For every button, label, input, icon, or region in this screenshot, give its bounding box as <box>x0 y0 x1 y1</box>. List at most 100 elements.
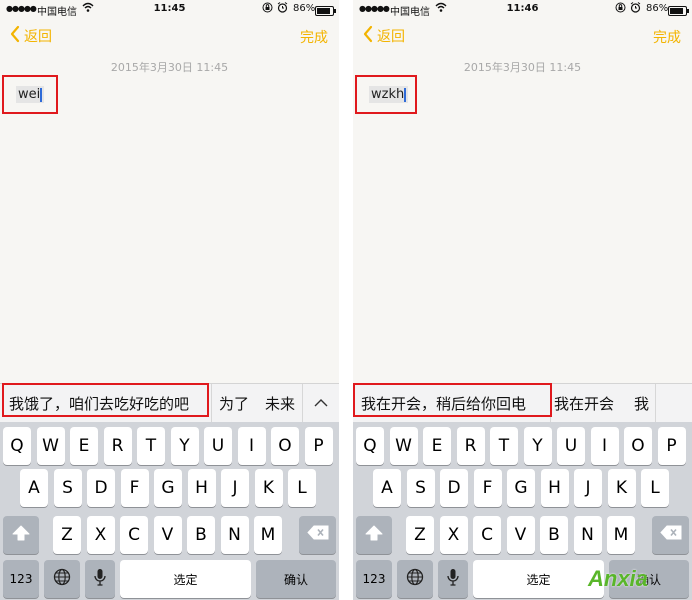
key-w[interactable]: W <box>36 427 65 465</box>
key-o[interactable]: O <box>624 427 652 465</box>
key-f[interactable]: F <box>473 469 502 507</box>
candidate-item[interactable]: 我在开会 <box>554 393 614 414</box>
key-v[interactable]: V <box>153 516 182 554</box>
key-n[interactable]: N <box>573 516 602 554</box>
key-z[interactable]: Z <box>53 516 81 554</box>
key-y[interactable]: Y <box>523 427 552 465</box>
phone-screen-left: ●●●●● 中国电信 11:45 86% 返回 完成 2015年3月30日 11… <box>0 0 339 600</box>
key-b[interactable]: B <box>187 516 215 554</box>
delete-key[interactable] <box>299 516 336 554</box>
key-m[interactable]: M <box>254 516 282 554</box>
key-m[interactable]: M <box>607 516 635 554</box>
key-t[interactable]: T <box>137 427 165 465</box>
key-p[interactable]: P <box>304 427 333 465</box>
highlight-box <box>353 383 552 417</box>
key-c[interactable]: C <box>473 516 501 554</box>
key-l[interactable]: L <box>641 469 669 507</box>
back-button[interactable]: 返回 <box>363 25 405 46</box>
back-label: 返回 <box>377 28 405 45</box>
key-s[interactable]: S <box>406 469 435 507</box>
key-k[interactable]: K <box>254 469 283 507</box>
globe-icon <box>53 568 71 591</box>
key-f[interactable]: F <box>120 469 149 507</box>
candidate-divider <box>655 384 656 422</box>
key-c[interactable]: C <box>120 516 148 554</box>
back-button[interactable]: 返回 <box>10 25 52 46</box>
key-z[interactable]: Z <box>406 516 434 554</box>
candidate-item[interactable]: 未来 <box>265 393 295 414</box>
battery-icon <box>668 6 689 16</box>
key-q[interactable]: Q <box>356 427 384 465</box>
key-h[interactable]: H <box>187 469 216 507</box>
key-l[interactable]: L <box>288 469 316 507</box>
key-u[interactable]: U <box>204 427 232 465</box>
status-bar: ●●●●● 中国电信 11:45 86% <box>0 0 339 18</box>
key-g[interactable]: G <box>154 469 182 507</box>
key-t[interactable]: T <box>490 427 518 465</box>
clock-time: 11:45 <box>153 3 186 14</box>
highlight-box <box>355 75 417 114</box>
delete-backspace-icon <box>659 525 682 545</box>
key-x[interactable]: X <box>439 516 468 554</box>
microphone-icon <box>94 568 106 591</box>
key-s[interactable]: S <box>53 469 82 507</box>
return-key[interactable]: 确认 <box>256 560 336 598</box>
microphone-icon <box>447 568 459 591</box>
shift-key[interactable] <box>356 516 392 554</box>
key-i[interactable]: I <box>590 427 619 465</box>
key-y[interactable]: Y <box>170 427 199 465</box>
key-h[interactable]: H <box>540 469 569 507</box>
candidate-item[interactable]: 我 <box>634 393 649 414</box>
key-j[interactable]: J <box>221 469 249 507</box>
globe-icon <box>406 568 424 591</box>
key-p[interactable]: P <box>657 427 686 465</box>
keyboard: Q W E R T Y U I O P A S D F G H J K L Z X C V B N M 123 选定 确认 <box>0 422 339 600</box>
key-e[interactable]: E <box>70 427 98 465</box>
key-v[interactable]: V <box>506 516 535 554</box>
chevron-left-icon <box>10 25 20 46</box>
candidate-item[interactable]: 为了 <box>219 393 249 414</box>
key-x[interactable]: X <box>86 516 115 554</box>
key-a[interactable]: A <box>20 469 48 507</box>
clock-time: 11:46 <box>506 3 539 14</box>
shift-key[interactable] <box>3 516 39 554</box>
key-r[interactable]: R <box>456 427 485 465</box>
shift-arrow-icon <box>12 525 30 546</box>
dictation-key[interactable] <box>438 560 468 598</box>
numbers-key[interactable]: 123 <box>3 560 39 598</box>
key-d[interactable]: D <box>87 469 115 507</box>
battery-percent: 86% <box>646 3 669 14</box>
back-label: 返回 <box>24 28 52 45</box>
key-i[interactable]: I <box>237 427 266 465</box>
rotation-lock-icon <box>615 2 626 16</box>
key-n[interactable]: N <box>220 516 249 554</box>
space-key[interactable]: 选定 <box>120 560 251 598</box>
watermark-logo: Anxia <box>588 566 648 591</box>
key-u[interactable]: U <box>557 427 585 465</box>
key-w[interactable]: W <box>389 427 418 465</box>
key-j[interactable]: J <box>574 469 602 507</box>
key-r[interactable]: R <box>103 427 132 465</box>
key-b[interactable]: B <box>540 516 568 554</box>
note-date: 2015年3月30日 11:45 <box>463 61 582 74</box>
key-o[interactable]: O <box>271 427 299 465</box>
key-a[interactable]: A <box>373 469 401 507</box>
dictation-key[interactable] <box>85 560 115 598</box>
key-k[interactable]: K <box>607 469 636 507</box>
battery-icon <box>315 6 336 16</box>
navigation-bar: 返回 完成 <box>0 24 339 48</box>
key-g[interactable]: G <box>507 469 535 507</box>
done-button[interactable]: 完成 <box>300 27 328 47</box>
key-e[interactable]: E <box>423 427 451 465</box>
alarm-icon <box>277 2 288 16</box>
globe-key[interactable] <box>44 560 80 598</box>
globe-key[interactable] <box>397 560 433 598</box>
key-q[interactable]: Q <box>3 427 31 465</box>
battery-percent: 86% <box>293 3 316 14</box>
numbers-key[interactable]: 123 <box>356 560 392 598</box>
key-d[interactable]: D <box>440 469 468 507</box>
navigation-bar: 返回 完成 <box>353 24 692 48</box>
done-button[interactable]: 完成 <box>653 27 681 47</box>
delete-key[interactable] <box>652 516 689 554</box>
collapse-candidates-button[interactable] <box>302 384 339 422</box>
